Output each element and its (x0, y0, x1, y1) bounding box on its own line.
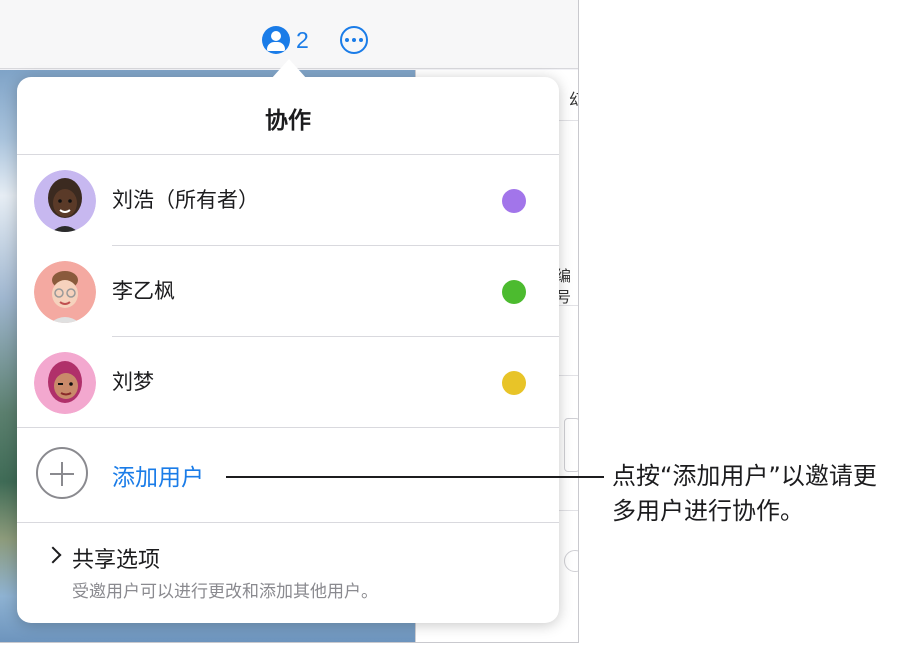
participant-color-dot (502, 189, 526, 213)
share-options-subtitle: 受邀用户可以进行更改和添加其他用户。 (72, 582, 378, 602)
callout-line (226, 476, 604, 478)
avatar (34, 170, 96, 232)
popover-title: 协作 (265, 108, 311, 134)
collaboration-popover: 协作 刘浩（所有者） 李乙枫 刘梦 添加用户 共享选项 受邀用户可以进行更改和添… (17, 59, 559, 623)
callout-text: 点按“添加用户”以邀请更多用户进行协作。 (612, 462, 877, 525)
participant-row[interactable]: 刘浩（所有者） (17, 155, 559, 246)
participant-color-dot (502, 371, 526, 395)
panel-slider-knob[interactable] (564, 550, 578, 572)
popover-arrow (271, 59, 307, 79)
chevron-right-icon[interactable] (44, 546, 62, 564)
collaborate-icon (262, 26, 290, 54)
participant-row[interactable]: 李乙枫 (17, 246, 559, 337)
collaborator-count: 2 (296, 26, 309, 53)
participant-name: 刘浩（所有者） (112, 188, 259, 212)
panel-field[interactable] (564, 418, 578, 472)
participant-row[interactable]: 刘梦 (17, 337, 559, 428)
add-user-button[interactable]: 添加用户 (112, 458, 204, 492)
panel-tab-fragment: 幻 (569, 86, 578, 110)
more-icon[interactable] (340, 26, 368, 54)
participant-name: 刘梦 (112, 370, 154, 394)
add-user-row[interactable]: 添加用户 (17, 428, 559, 522)
add-icon[interactable] (36, 447, 88, 499)
avatar (34, 352, 96, 414)
divider (17, 522, 559, 523)
participant-name: 李乙枫 (112, 279, 175, 303)
avatar (34, 261, 96, 323)
participant-color-dot (502, 280, 526, 304)
panel-label-fragment: 编号 (556, 267, 572, 306)
collaborate-button[interactable]: 2 (262, 24, 309, 56)
share-options-toggle[interactable]: 共享选项 (72, 542, 160, 574)
